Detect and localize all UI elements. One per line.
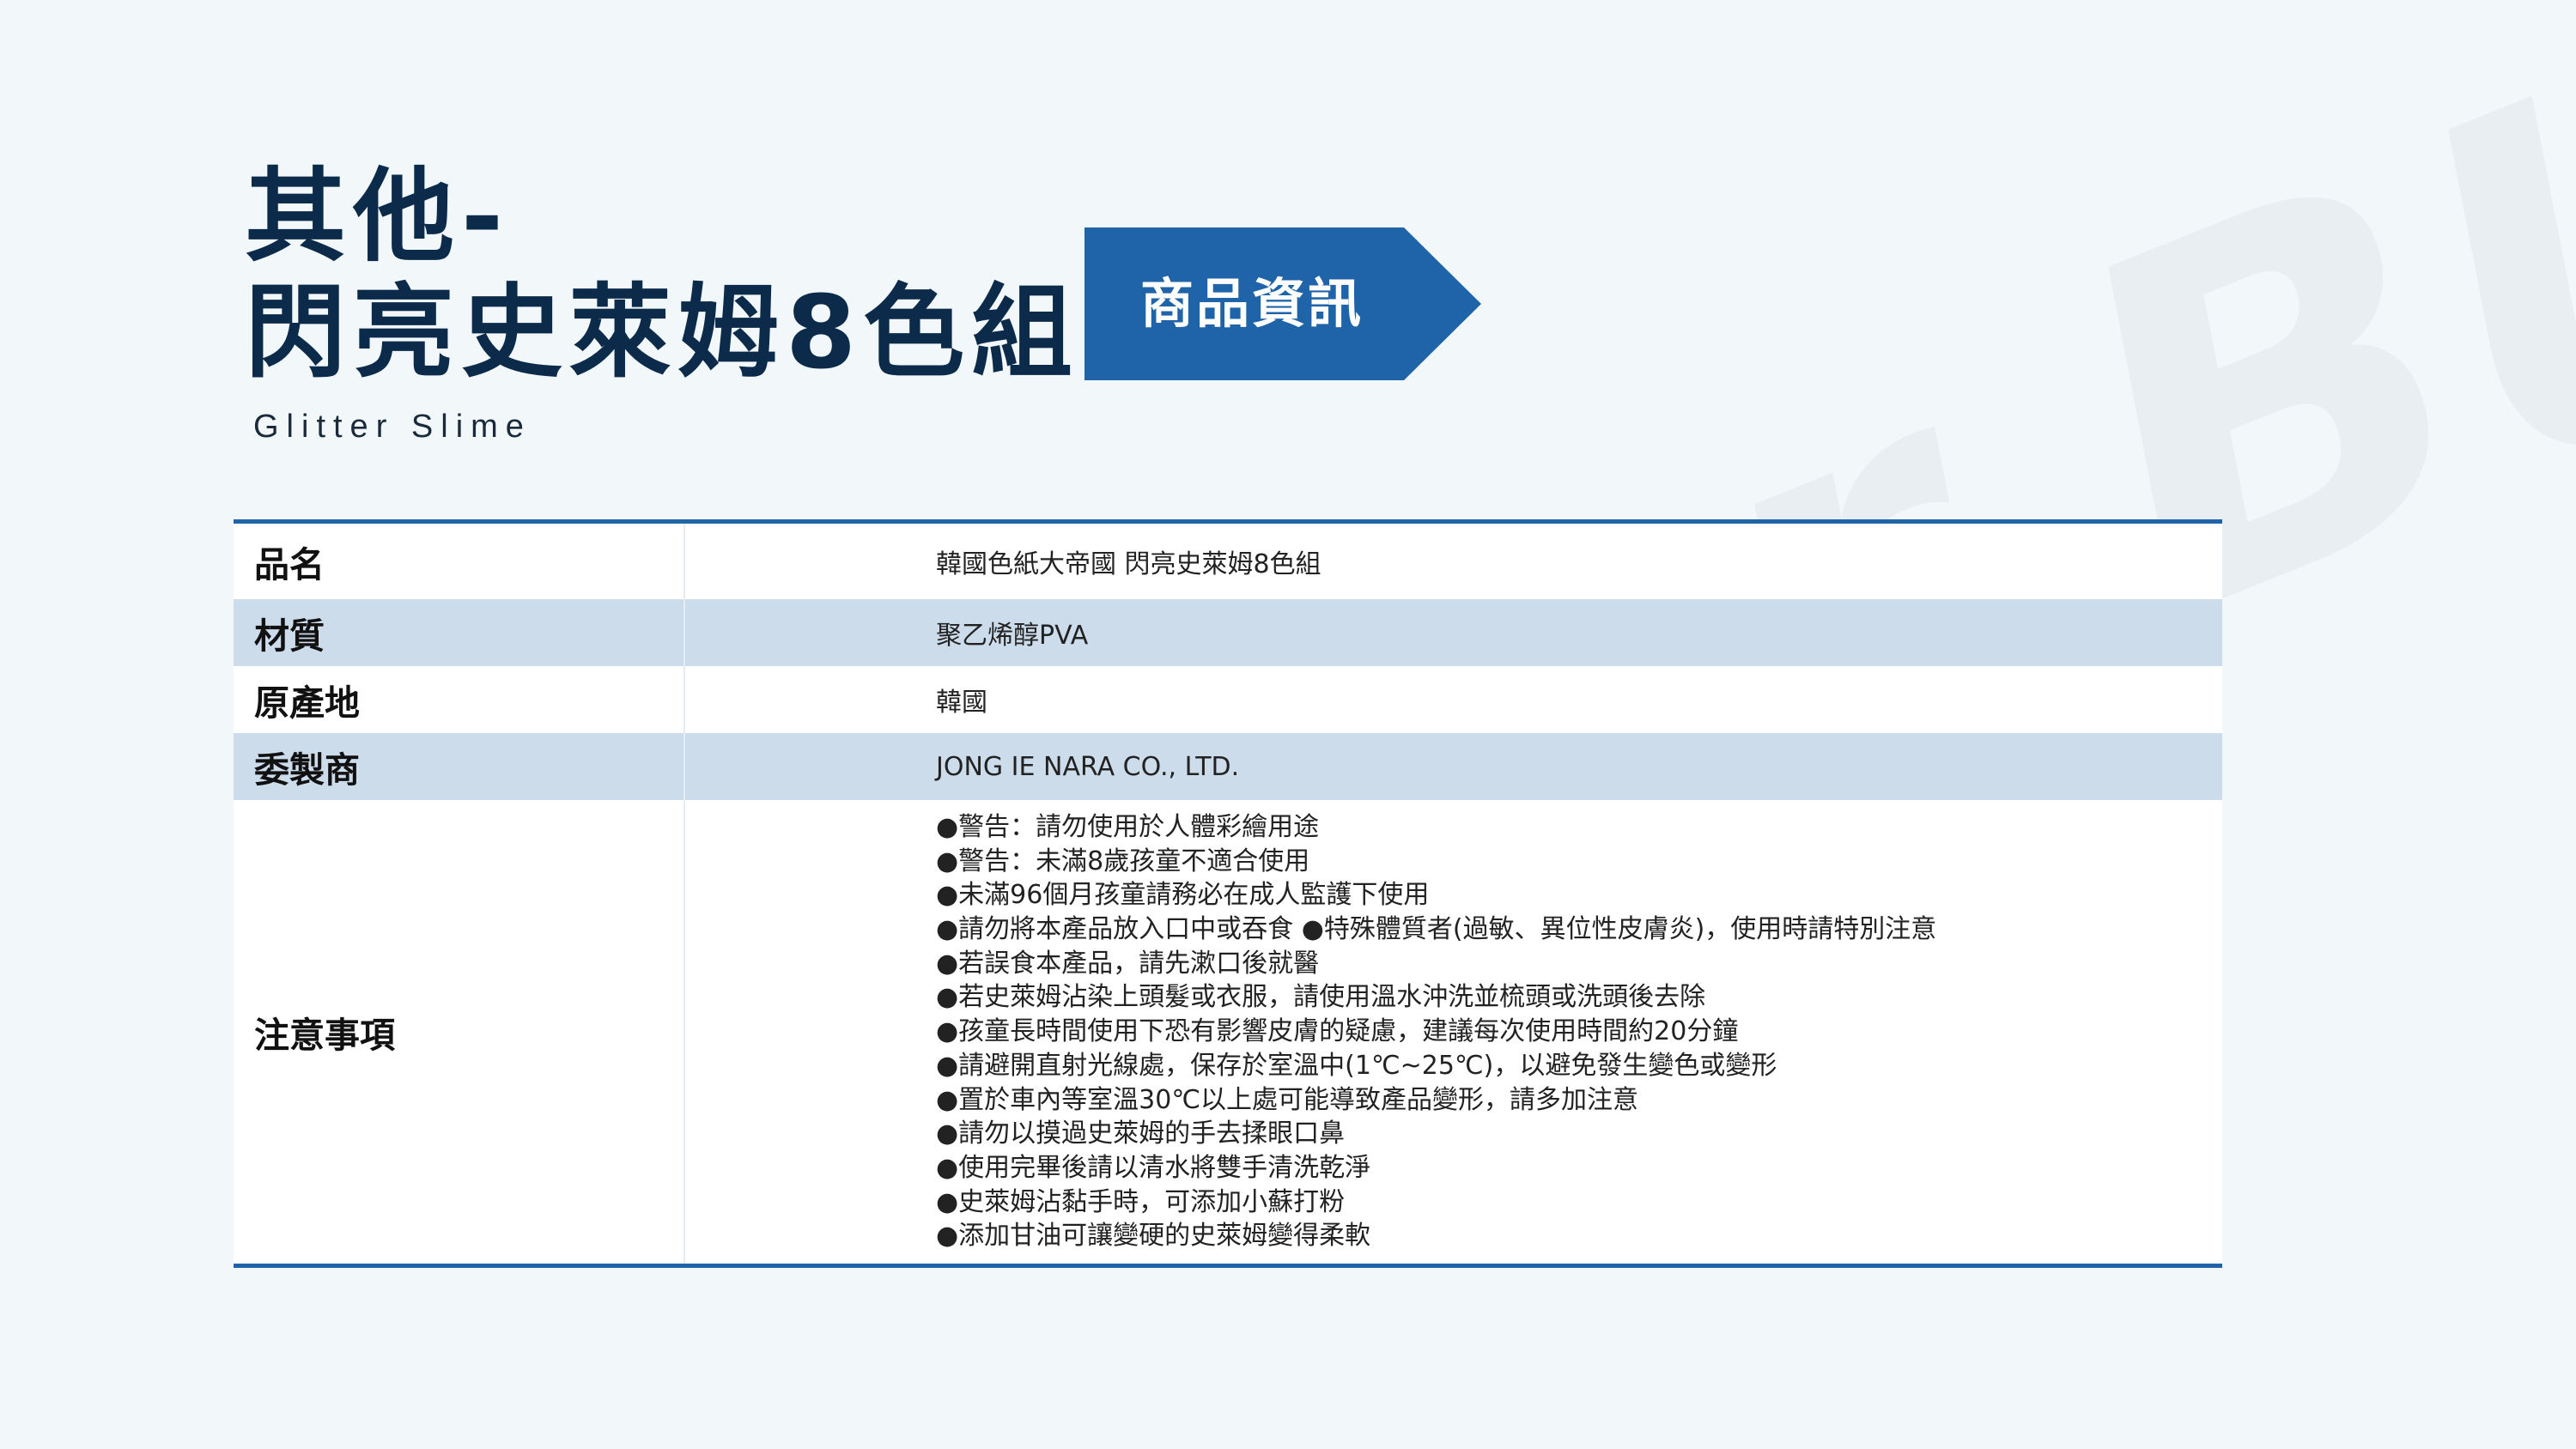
table-row-origin: 原產地 韓國 [234,666,2222,733]
list-item: ●請避開直射光線處，保存於室溫中(1℃~25℃)，以避免發生變色或變形 [936,1050,1777,1081]
table-row-material: 材質 聚乙烯醇PVA [234,599,2222,666]
product-name-value: 韓國色紙大帝國 閃亮史萊姆8色組 [936,549,1321,579]
row-label: 原產地 [234,666,685,733]
row-label: 材質 [234,599,685,666]
product-info-badge: 商品資訊 [1084,227,1481,380]
list-item: ●若誤食本產品，請先漱口後就醫 [936,948,1320,979]
origin-value: 韓國 [936,688,987,718]
list-item: ●使用完畢後請以清水將雙手清洗乾淨 [936,1152,1371,1183]
row-label: 委製商 [234,733,685,800]
table-row-notes: 注意事項 ●警告：請勿使用於人體彩繪用途 ●警告：未滿8歲孩童不適合使用 ●未滿… [234,800,2222,1264]
manufacturer-value: JONG IE NARA CO., LTD. [936,751,1240,782]
notes-list: ●警告：請勿使用於人體彩繪用途 ●警告：未滿8歲孩童不適合使用 ●未滿96個月孩… [685,810,1936,1253]
list-item: ●孩童長時間使用下恐有影響皮膚的疑慮，建議每次使用時間約20分鐘 [936,1016,1739,1047]
product-info-table: 品名 韓國色紙大帝國 閃亮史萊姆8色組 材質 聚乙烯醇PVA 原產地 韓國 委製… [234,519,2222,1268]
list-item: ●警告：請勿使用於人體彩繪用途 [936,811,1320,842]
row-label: 品名 [234,524,685,599]
page-title-category: 其他- [245,157,510,276]
material-value: 聚乙烯醇PVA [936,621,1089,651]
table-row-name: 品名 韓國色紙大帝國 閃亮史萊姆8色組 [234,524,2222,599]
list-item: ●未滿96個月孩童請務必在成人監護下使用 [936,880,1430,911]
list-item: ●史萊姆沾黏手時，可添加小蘇打粉 [936,1186,1346,1217]
title-block: 其他- 閃亮史萊姆8色組 [245,159,1079,391]
list-item: ●若史萊姆沾染上頭髮或衣服，請使用溫水沖洗並梳頭或洗頭後去除 [936,982,1706,1013]
product-info-label: 商品資訊 [1139,272,1364,335]
row-value: 韓國 [685,666,2222,733]
row-label: 注意事項 [234,800,685,1264]
list-item: ●置於車內等室溫30℃以上處可能導致產品變形，請多加注意 [936,1084,1639,1115]
list-item: ●請勿將本產品放入口中或吞食 ●特殊體質者(過敏、異位性皮膚炎)，使用時請特別注… [936,914,1937,945]
list-item: ●警告：未滿8歲孩童不適合使用 [936,846,1310,876]
page-title-product: 閃亮史萊姆8色組 [245,273,1080,391]
list-item: ●添加甘油可讓變硬的史萊姆變得柔軟 [936,1221,1371,1252]
row-value: JONG IE NARA CO., LTD. [685,733,2222,800]
product-subtitle: Glitter Slime [253,409,532,445]
list-item: ●請勿以摸過史萊姆的手去揉眼口鼻 [936,1119,1346,1149]
row-value: 韓國色紙大帝國 閃亮史萊姆8色組 [685,524,2222,599]
table-row-manufacturer: 委製商 JONG IE NARA CO., LTD. [234,733,2222,800]
row-value: 聚乙烯醇PVA [685,599,2222,666]
